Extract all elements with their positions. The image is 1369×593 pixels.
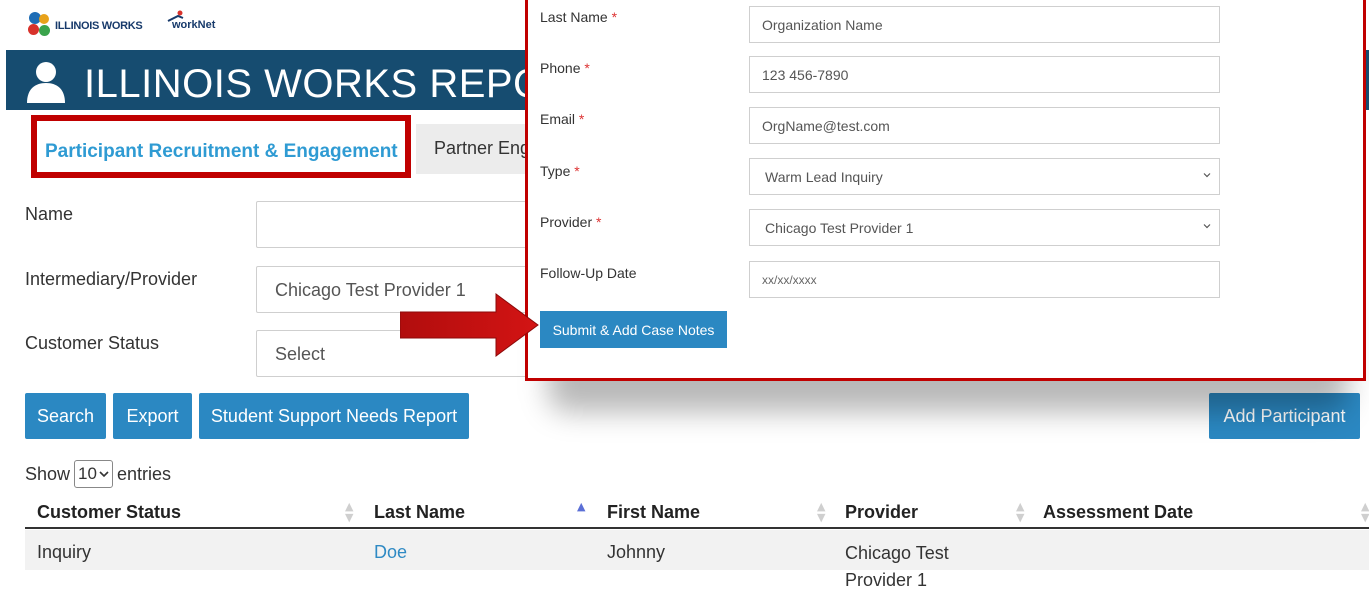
required-marker: *	[574, 163, 580, 179]
worknet-logo-text: workNet	[172, 19, 216, 31]
worknet-logo[interactable]: workNet	[162, 10, 252, 42]
column-provider[interactable]: Provider	[845, 502, 918, 523]
sort-icon[interactable]: ▲ ▼	[345, 501, 353, 523]
search-button[interactable]: Search	[25, 393, 106, 439]
add-participant-modal: Last Name * Organization Name Phone * 12…	[525, 0, 1366, 381]
follow-up-date-label: Follow-Up Date	[540, 265, 637, 281]
pointer-arrow-icon	[400, 293, 539, 357]
type-select-value: Warm Lead Inquiry	[765, 169, 883, 185]
tab-partner-engagement-label: Partner Eng	[434, 138, 531, 158]
customer-status-label: Customer Status	[25, 333, 160, 353]
student-support-needs-report-button[interactable]: Student Support Needs Report	[199, 393, 469, 439]
follow-up-date-input[interactable]: xx/xx/xxxx	[749, 261, 1220, 298]
required-marker: *	[596, 214, 602, 230]
sort-ascending-icon[interactable]: ▲	[577, 501, 585, 512]
type-select[interactable]: Warm Lead Inquiry	[749, 158, 1220, 195]
page-size-control: Show 10 entries	[25, 460, 171, 488]
export-button[interactable]: Export	[113, 393, 192, 439]
page-size-value: 10	[78, 464, 97, 483]
name-label: Name	[25, 204, 74, 224]
cell-last-name-link[interactable]: Doe	[374, 542, 407, 563]
follow-up-date-input-value: xx/xx/xxxx	[762, 273, 817, 287]
tab-participant-recruitment-label: Participant Recruitment & Engagement	[45, 141, 398, 162]
required-marker: *	[584, 60, 590, 76]
table-row: Inquiry Doe Johnny Chicago Test Provider…	[25, 530, 1369, 590]
chevron-down-icon	[1203, 173, 1211, 178]
illinois-works-logo[interactable]: ILLINOIS WORKS	[26, 10, 143, 42]
column-assessment-date[interactable]: Assessment Date	[1043, 502, 1193, 523]
show-label: Show	[25, 463, 71, 484]
customer-status-select-value: Select	[275, 344, 326, 364]
chevron-down-icon	[1203, 224, 1211, 229]
user-icon	[27, 62, 65, 103]
phone-label: Phone *	[540, 60, 590, 76]
phone-input-value: 123 456-7890	[762, 67, 849, 83]
page-size-select[interactable]: 10	[74, 460, 113, 488]
provider-label: Provider *	[540, 214, 602, 230]
last-name-label: Last Name *	[540, 9, 618, 25]
gears-icon	[26, 10, 52, 42]
name-input[interactable]	[256, 201, 556, 248]
sort-icon[interactable]: ▲ ▼	[817, 501, 825, 523]
cell-provider: Chicago Test Provider 1	[845, 543, 949, 590]
column-customer-status[interactable]: Customer Status	[37, 502, 181, 523]
chevron-down-icon	[99, 471, 109, 478]
type-label: Type *	[540, 163, 580, 179]
email-input-value: OrgName@test.com	[762, 118, 890, 134]
tab-partner-engagement[interactable]: Partner Eng	[416, 124, 536, 174]
provider-select-value: Chicago Test Provider 1	[765, 220, 914, 236]
required-marker: *	[611, 9, 618, 25]
entries-label: entries	[116, 463, 171, 484]
provider-label: Intermediary/Provider	[25, 269, 198, 289]
last-name-input[interactable]: Organization Name	[749, 6, 1220, 43]
tab-participant-recruitment[interactable]: Participant Recruitment & Engagement	[31, 115, 411, 178]
email-input[interactable]: OrgName@test.com	[749, 107, 1220, 144]
cell-first-name: Johnny	[607, 542, 666, 562]
submit-add-case-notes-button[interactable]: Submit & Add Case Notes	[540, 311, 727, 348]
cell-customer-status: Inquiry	[37, 542, 92, 562]
page-title: ILLINOIS WORKS REPOR	[84, 62, 575, 106]
provider-select[interactable]: Chicago Test Provider 1	[749, 209, 1220, 246]
illinois-works-logo-text: ILLINOIS WORKS	[55, 20, 143, 32]
phone-input[interactable]: 123 456-7890	[749, 56, 1220, 93]
email-label: Email *	[540, 111, 585, 127]
sort-icon[interactable]: ▲ ▼	[1016, 501, 1024, 523]
sort-icon[interactable]: ▲ ▼	[1361, 501, 1369, 523]
column-last-name[interactable]: Last Name	[374, 502, 465, 523]
column-first-name[interactable]: First Name	[607, 502, 700, 523]
last-name-input-value: Organization Name	[762, 17, 883, 33]
required-marker: *	[578, 111, 585, 127]
table-header: Customer Status ▲ ▼ Last Name ▲ First Nam…	[25, 497, 1369, 529]
